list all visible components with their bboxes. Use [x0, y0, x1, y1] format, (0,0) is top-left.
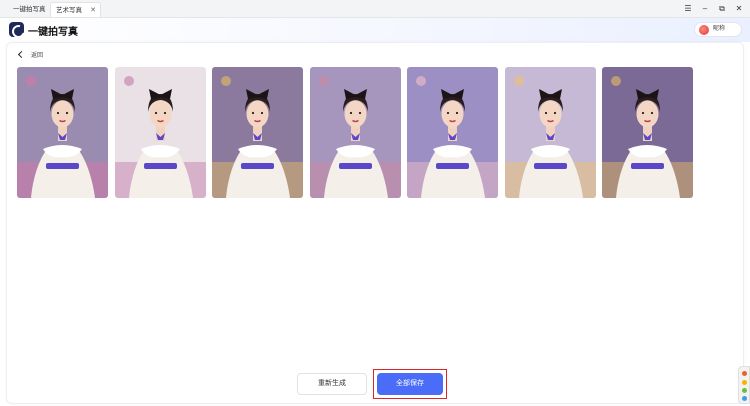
status-dot-icon: [742, 380, 747, 385]
app-logo-icon: [9, 22, 24, 37]
user-menu[interactable]: 昵称: [694, 22, 742, 37]
tab-one-click-photo[interactable]: 一键拍写真: [4, 2, 48, 17]
regenerate-button[interactable]: 重新生成: [297, 373, 367, 395]
back-label[interactable]: 返回: [31, 50, 43, 59]
photo-thumbnail[interactable]: [504, 67, 596, 198]
photo-thumbnail[interactable]: [407, 67, 498, 198]
tab-art-photo[interactable]: 艺术写真 ✕: [50, 2, 101, 17]
photo-thumbnail[interactable]: [212, 67, 303, 198]
tab-label: 一键拍写真: [13, 6, 46, 13]
close-icon[interactable]: ✕: [90, 3, 96, 18]
close-icon[interactable]: ✕: [734, 2, 744, 16]
user-name: 昵称: [713, 26, 726, 32]
minimize-icon[interactable]: –: [700, 2, 710, 16]
side-widget[interactable]: [738, 366, 750, 404]
restore-icon[interactable]: ⧉: [717, 2, 727, 16]
window-controls: ☰ – ⧉ ✕: [683, 2, 744, 16]
photo-thumbnail[interactable]: [309, 67, 401, 198]
back-arrow-icon[interactable]: [17, 51, 25, 59]
status-dot-icon: [742, 396, 747, 401]
menu-icon[interactable]: ☰: [683, 2, 693, 16]
save-all-button[interactable]: 全部保存: [377, 373, 443, 395]
app-header: 一键拍写真 昵称: [0, 18, 750, 42]
status-dot-icon: [742, 371, 747, 376]
tab-bar: 一键拍写真 艺术写真 ✕ ☰ – ⧉ ✕: [0, 0, 750, 18]
photo-thumbnail[interactable]: [17, 67, 108, 198]
photo-thumbnail[interactable]: [602, 67, 693, 198]
avatar: [699, 25, 709, 35]
photo-thumbnail[interactable]: [114, 67, 206, 198]
tab-label: 艺术写真: [56, 7, 82, 14]
app-title: 一键拍写真: [28, 27, 78, 38]
status-dot-icon: [742, 388, 747, 393]
result-panel: 返回: [6, 42, 744, 404]
